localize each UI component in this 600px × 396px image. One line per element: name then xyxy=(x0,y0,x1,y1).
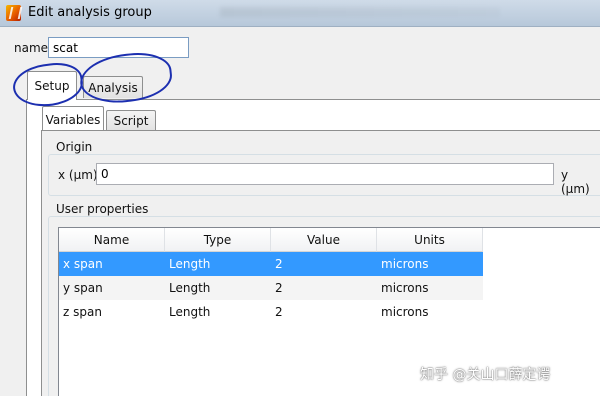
cell-units: microns xyxy=(381,257,429,271)
origin-group-title: Origin xyxy=(54,140,95,154)
cell-type: Length xyxy=(169,305,211,319)
cell-units: microns xyxy=(381,281,429,295)
cell-value: 2 xyxy=(275,257,283,271)
user-properties-title: User properties xyxy=(54,202,151,216)
cell-value: 2 xyxy=(275,281,283,295)
cell-units: microns xyxy=(381,305,429,319)
column-header-units[interactable]: Units xyxy=(377,228,483,252)
column-header-name[interactable]: Name xyxy=(59,228,165,252)
table-header: Name Type Value Units xyxy=(59,228,600,252)
table-row[interactable]: y span Length 2 microns xyxy=(59,276,483,300)
cell-name: y span xyxy=(63,281,103,295)
window-title: Edit analysis group xyxy=(28,5,152,20)
origin-x-label: x (μm) xyxy=(58,168,98,182)
origin-y-label: y (μm) xyxy=(561,168,590,196)
cell-name: z span xyxy=(63,305,102,319)
tab-variables[interactable]: Variables xyxy=(42,106,104,132)
cell-type: Length xyxy=(169,281,211,295)
origin-x-input[interactable] xyxy=(96,163,554,185)
app-logo-icon xyxy=(6,5,21,21)
watermark: 知乎 @关山口薛定谔 xyxy=(420,367,551,383)
name-label: name xyxy=(14,41,49,55)
title-bar: Edit analysis group xyxy=(0,0,600,27)
cell-value: 2 xyxy=(275,305,283,319)
table-row[interactable]: z span Length 2 microns xyxy=(59,300,483,324)
column-header-value[interactable]: Value xyxy=(271,228,377,252)
cell-type: Length xyxy=(169,257,211,271)
title-bar-shadow xyxy=(220,7,500,17)
table-row[interactable]: x span Length 2 microns xyxy=(59,252,483,276)
tab-script[interactable]: Script xyxy=(106,110,156,131)
column-header-type[interactable]: Type xyxy=(165,228,271,252)
cell-name: x span xyxy=(63,257,103,271)
